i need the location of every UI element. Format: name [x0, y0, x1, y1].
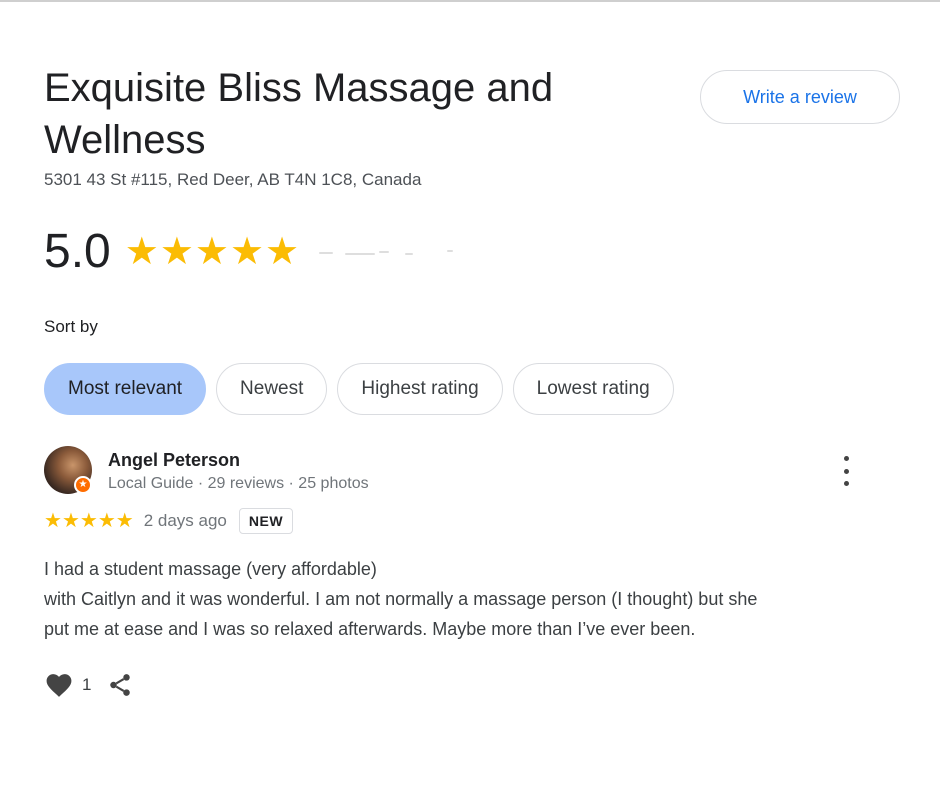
- star-icon: ★: [229, 231, 265, 273]
- star-icon: ★: [115, 510, 134, 532]
- star-icon: ★: [265, 231, 300, 273]
- like-count: 1: [82, 675, 92, 694]
- more-options-icon[interactable]: [834, 456, 858, 486]
- star-icon: ★: [61, 510, 80, 532]
- reviewer-meta: Local Guide · 29 reviews · 25 photos: [108, 475, 369, 492]
- top-border: [0, 0, 940, 2]
- rating-stars: ★ ★ ★ ★ ★: [125, 232, 299, 272]
- heart-icon[interactable]: [44, 672, 74, 698]
- share-icon[interactable]: [107, 672, 133, 698]
- sort-chip-most-relevant[interactable]: Most relevant: [44, 363, 207, 415]
- review-actions: 1: [44, 672, 133, 698]
- rating-summary: 5.0 ★ ★ ★ ★ ★: [44, 224, 467, 280]
- sort-chip-newest[interactable]: Newest: [216, 363, 328, 415]
- review-text-line: put me at ease and I was so relaxed afte…: [44, 619, 696, 639]
- business-name: Exquisite Bliss Massage and Wellness: [44, 66, 554, 162]
- star-icon: ★: [79, 510, 98, 532]
- star-icon: ★: [97, 510, 116, 532]
- review-date: 2 days ago: [143, 511, 227, 530]
- star-icon: ★: [124, 231, 159, 273]
- review-text-line: I had a student massage (very affordable…: [44, 559, 377, 579]
- local-guide-badge-icon: ★: [74, 476, 92, 494]
- review-text-line: with Caitlyn and it was wonderful. I am …: [44, 589, 758, 609]
- write-review-button[interactable]: Write a review: [700, 70, 900, 124]
- star-icon: ★: [159, 231, 194, 273]
- sort-chip-lowest-rating[interactable]: Lowest rating: [512, 363, 674, 415]
- review-rating-row: ★ ★ ★ ★ ★ 2 days ago NEW: [44, 508, 294, 534]
- sort-chip-highest-rating[interactable]: Highest rating: [337, 363, 503, 415]
- rating-value: 5.0: [44, 225, 111, 278]
- blurred-review-count: [317, 244, 467, 260]
- star-icon: ★: [194, 231, 229, 273]
- star-icon: ★: [44, 510, 62, 532]
- review-text: I had a student massage (very affordable…: [44, 554, 884, 644]
- sort-by-label: Sort by: [44, 317, 98, 336]
- reviewer-name[interactable]: Angel Peterson: [108, 450, 240, 471]
- business-address: 5301 43 St #115, Red Deer, AB T4N 1C8, C…: [44, 170, 422, 189]
- sort-chips: Most relevant Newest Highest rating Lowe…: [44, 363, 674, 415]
- new-badge: NEW: [238, 508, 294, 534]
- review-stars: ★ ★ ★ ★ ★: [44, 510, 134, 532]
